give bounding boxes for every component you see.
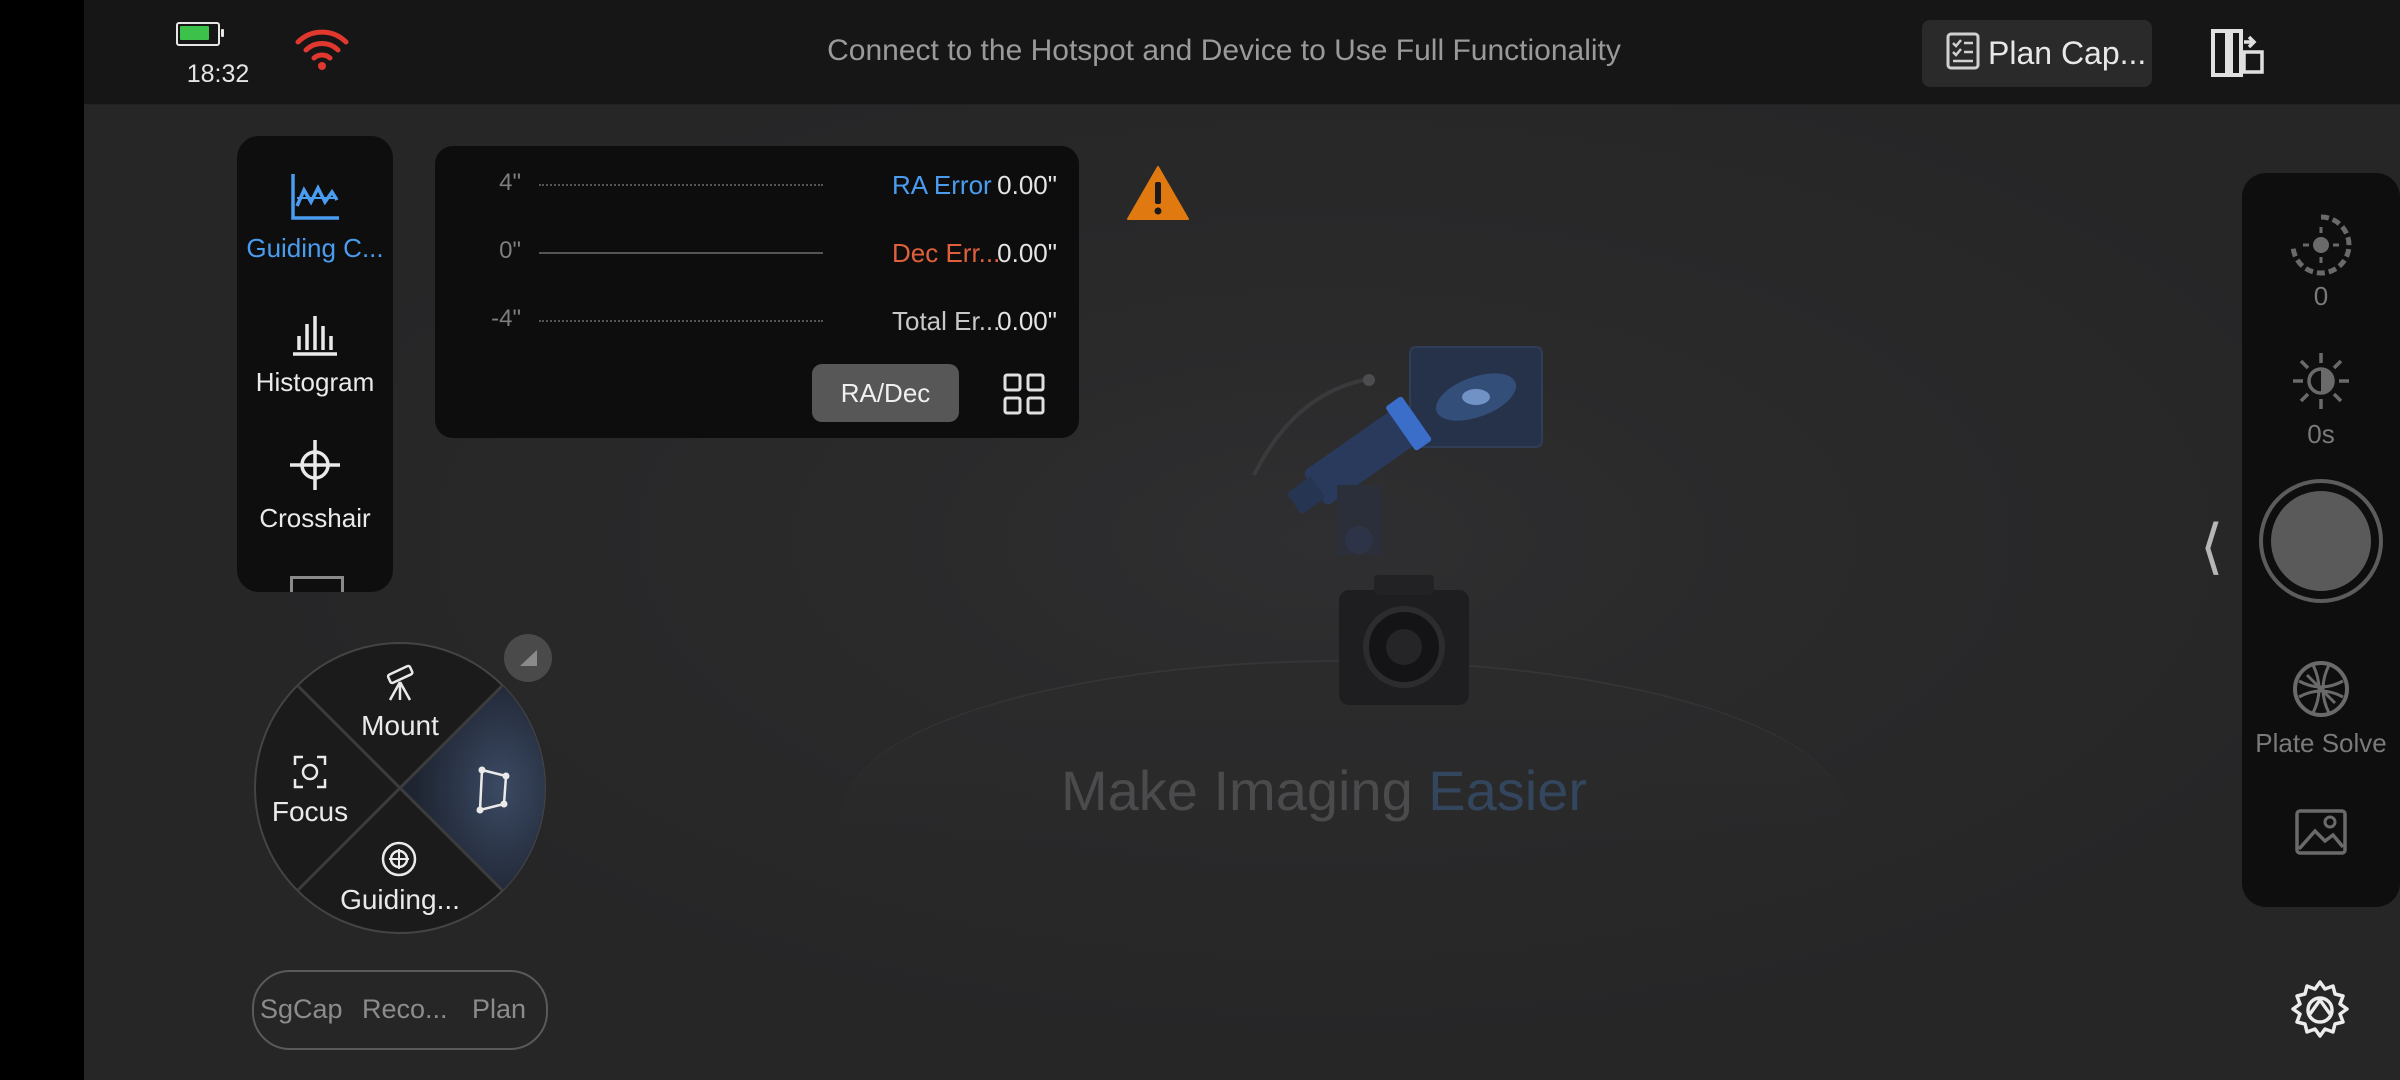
gain-icon[interactable] — [2289, 213, 2353, 282]
tool-item-crosshair[interactable]: Crosshair — [237, 438, 393, 534]
grid-icon[interactable] — [1002, 372, 1046, 421]
capture-panel: 0 0s Plate Solve — [2242, 173, 2400, 907]
slogan-accent: Easier — [1428, 759, 1587, 822]
left-black-margin — [0, 0, 84, 1080]
grid-line — [539, 320, 823, 322]
scheme-icon[interactable] — [2210, 28, 2266, 83]
plan-capture-label: Plan Cap... — [1988, 35, 2147, 71]
tool-menu: Guiding C... Histogram Crosshair — [237, 136, 393, 592]
warning-icon[interactable] — [1126, 164, 1190, 227]
plate-solve-icon[interactable] — [2291, 659, 2351, 724]
legend-dec-error: Dec Err... — [892, 238, 1001, 268]
tab-record[interactable]: Reco... — [362, 994, 448, 1025]
focus-icon — [292, 754, 328, 795]
app-root: 18:32 Connect to the Hotspot and Device … — [84, 0, 2400, 1080]
y-tick: 0" — [499, 237, 521, 264]
tool-label: Guiding C... — [246, 233, 384, 263]
histogram-icon — [237, 312, 393, 361]
y-tick: 4" — [499, 169, 521, 196]
ra-dec-toggle-button[interactable]: RA/Dec — [812, 364, 959, 422]
plan-capture-button[interactable]: Plan Cap... — [1922, 20, 2152, 87]
mode-wheel: Mount Focus Guiding... — [252, 640, 548, 941]
mode-tabs: SgCap Reco... Plan — [252, 970, 548, 1050]
telescope-icon — [380, 664, 420, 709]
legend-ra-error: RA Error — [892, 170, 992, 200]
tool-label: Histogram — [255, 367, 375, 397]
legend-total-error: Total Er... — [892, 306, 1001, 336]
battery-icon — [176, 22, 224, 46]
telescope-camera-illustration — [1224, 335, 1564, 720]
checklist-icon — [1946, 32, 1980, 75]
tool-item-histogram[interactable]: Histogram — [237, 312, 393, 398]
constellation-icon[interactable] — [474, 764, 514, 821]
zero-line — [539, 252, 823, 254]
exposure-icon[interactable] — [2291, 351, 2351, 416]
connection-notice[interactable]: Connect to the Hotspot and Device to Use… — [674, 34, 1774, 68]
tab-sgcap[interactable]: SgCap — [260, 994, 343, 1025]
shutter-inner — [2271, 491, 2371, 591]
more-tools-icon[interactable] — [290, 576, 344, 592]
plate-solve-label: Plate Solve — [2255, 728, 2387, 758]
slogan: Make Imaging Easier — [884, 758, 1764, 823]
slogan-text: Make Imaging — [1060, 759, 1429, 822]
top-bar: 18:32 Connect to the Hotspot and Device … — [84, 0, 2400, 105]
total-error-value: 0.00" — [997, 306, 1057, 336]
guiding-chart-icon — [237, 172, 393, 227]
chevron-left-icon[interactable]: ⟨ — [2200, 512, 2223, 582]
wheel-mount[interactable]: Mount — [320, 710, 480, 742]
y-tick: -4" — [491, 305, 521, 332]
shutter-button[interactable] — [2259, 479, 2383, 603]
exposure-value: 0s — [2307, 419, 2335, 449]
gear-icon[interactable] — [2288, 978, 2352, 1047]
image-icon[interactable] — [2295, 809, 2347, 860]
ra-error-value: 0.00" — [997, 170, 1057, 200]
clock: 18:32 — [186, 60, 250, 88]
guiding-target-icon — [380, 840, 418, 883]
wheel-focus[interactable]: Focus — [230, 796, 390, 828]
guiding-graph-panel: 4" 0" -4" RA Error 0.00" Dec Err... 0.00… — [435, 146, 1079, 438]
crosshair-icon — [237, 438, 393, 497]
wifi-icon[interactable] — [294, 28, 350, 77]
tool-label: Crosshair — [259, 503, 371, 533]
grid-line — [539, 184, 823, 186]
battery-fill — [180, 26, 209, 40]
gain-value: 0 — [2313, 281, 2329, 311]
tool-item-guiding-chart[interactable]: Guiding C... — [237, 172, 393, 264]
wheel-guiding[interactable]: Guiding... — [320, 884, 480, 916]
tab-plan[interactable]: Plan — [472, 994, 526, 1025]
dec-error-value: 0.00" — [997, 238, 1057, 268]
